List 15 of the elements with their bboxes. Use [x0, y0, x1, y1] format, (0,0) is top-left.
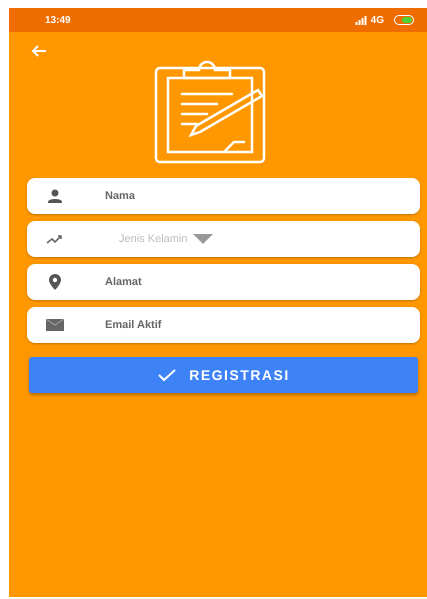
input-field[interactable]: Nama	[103, 189, 410, 203]
input-field[interactable]: Email Aktif	[103, 318, 410, 332]
gender-dropdown[interactable]: Jenis Kelamin	[27, 221, 420, 257]
back-icon[interactable]	[31, 44, 47, 58]
signal-icon	[354, 16, 367, 24]
network-label: 4G	[370, 14, 384, 26]
text-field[interactable]: Nama	[27, 178, 420, 214]
battery-icon	[394, 15, 415, 25]
text-field[interactable]: Alamat	[27, 264, 420, 300]
dropdown-placeholder: Jenis Kelamin	[119, 233, 188, 245]
register-button[interactable]: REGISTRASI	[29, 357, 418, 393]
text-field[interactable]: Email Aktif	[27, 307, 420, 343]
status-time: 13:49	[45, 14, 72, 26]
input-field[interactable]: Alamat	[103, 275, 410, 289]
check-icon	[157, 368, 178, 382]
